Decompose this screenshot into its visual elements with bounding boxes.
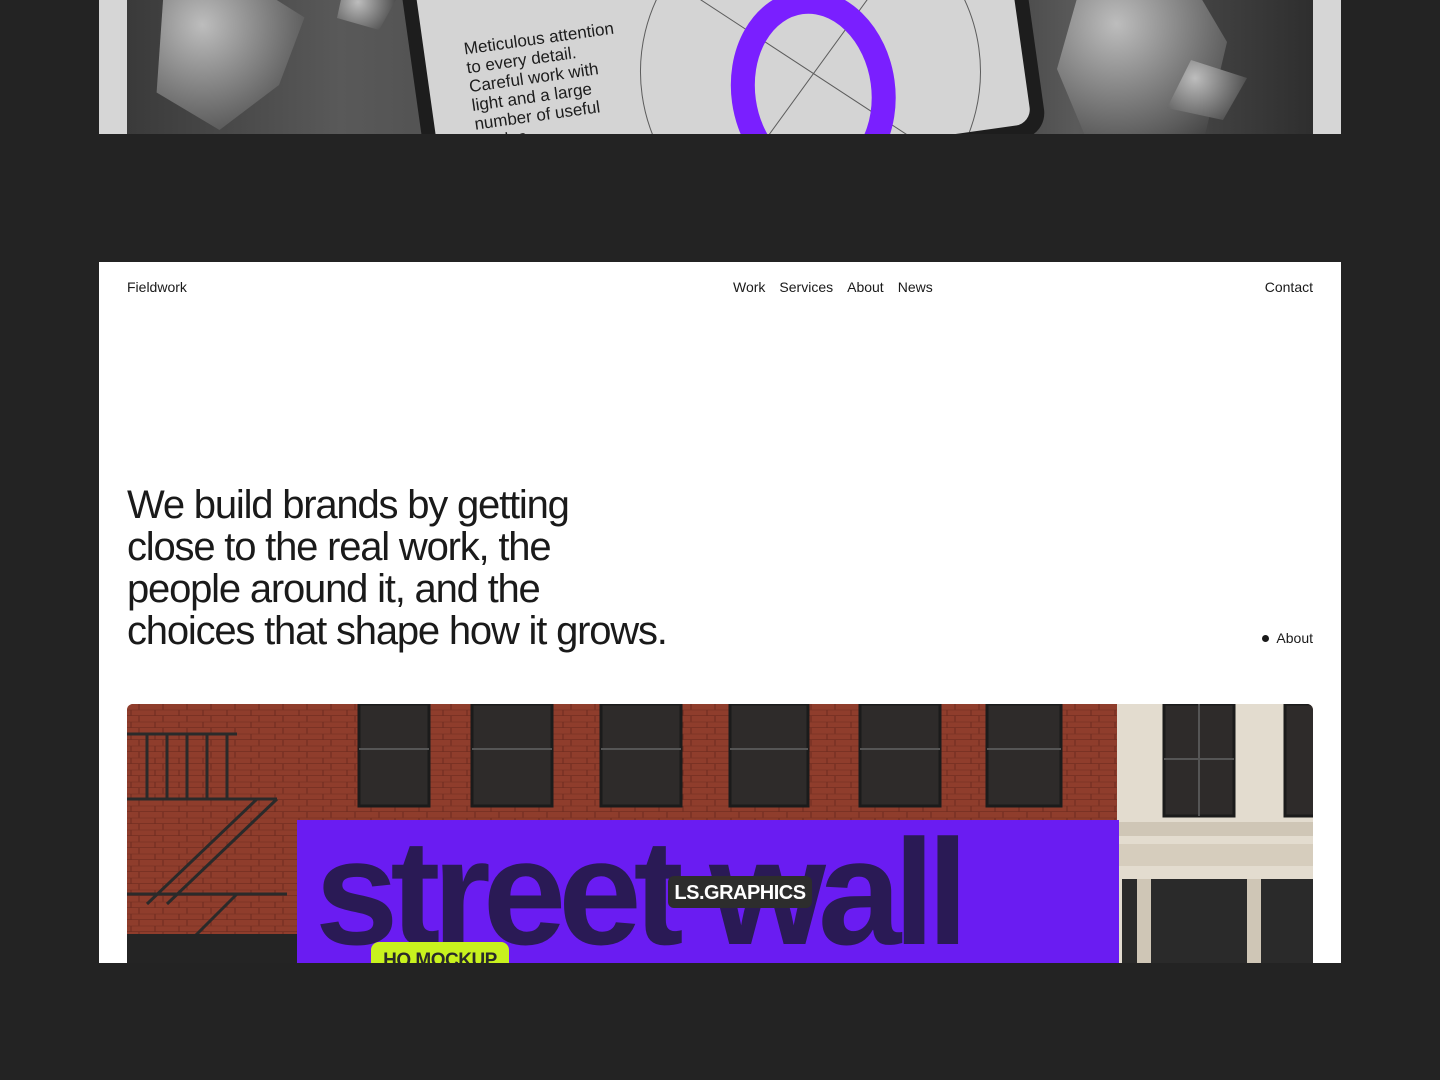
- site-logo[interactable]: Fieldwork: [127, 279, 187, 295]
- tablet-screen: Meticulous attention to every detail. Ca…: [402, 0, 1032, 134]
- about-link-label: About: [1276, 630, 1313, 646]
- nav-news[interactable]: News: [898, 279, 933, 295]
- headline-line: We build brands by getting: [127, 483, 570, 527]
- tag-badge-label: HQ MOCKUP: [383, 950, 498, 963]
- nav-services[interactable]: Services: [779, 279, 833, 295]
- bullet-dot-icon: [1262, 634, 1270, 642]
- stone-mockup-image: Meticulous attention to every detail. Ca…: [127, 0, 1313, 134]
- nav-contact[interactable]: Contact: [1265, 279, 1313, 295]
- site-header: Fieldwork Work Services About News Conta…: [127, 279, 1313, 297]
- tablet-copy: Meticulous attention to every detail. Ca…: [462, 18, 616, 134]
- main-nav: Work Services About News: [733, 279, 933, 295]
- nav-work[interactable]: Work: [733, 279, 765, 295]
- hero-image: street wall LS.GRAPHICS HQ MOCKUP: [127, 704, 1313, 963]
- headline-line: choices that shape how it grows.: [127, 609, 668, 653]
- billboard-text: street wall: [315, 808, 961, 963]
- about-anchor-link[interactable]: About: [1262, 630, 1313, 646]
- street-wall-mockup: street wall LS.GRAPHICS HQ MOCKUP: [127, 704, 1313, 963]
- headline-line: people around it, and the: [127, 567, 541, 611]
- website-preview-card: Fieldwork Work Services About News Conta…: [99, 262, 1341, 963]
- rock-fragment: [337, 0, 397, 30]
- nav-about[interactable]: About: [847, 279, 884, 295]
- hero-headline: We build brands by getting close to the …: [127, 484, 767, 652]
- headline-line: close to the real work, the: [127, 525, 552, 569]
- rock-fragment: [156, 0, 305, 130]
- brand-badge-label: LS.GRAPHICS: [674, 882, 805, 904]
- previous-section-preview: Meticulous attention to every detail. Ca…: [99, 0, 1341, 134]
- ring-graphic: [632, 0, 989, 134]
- tablet-mockup: Meticulous attention to every detail. Ca…: [386, 0, 1048, 134]
